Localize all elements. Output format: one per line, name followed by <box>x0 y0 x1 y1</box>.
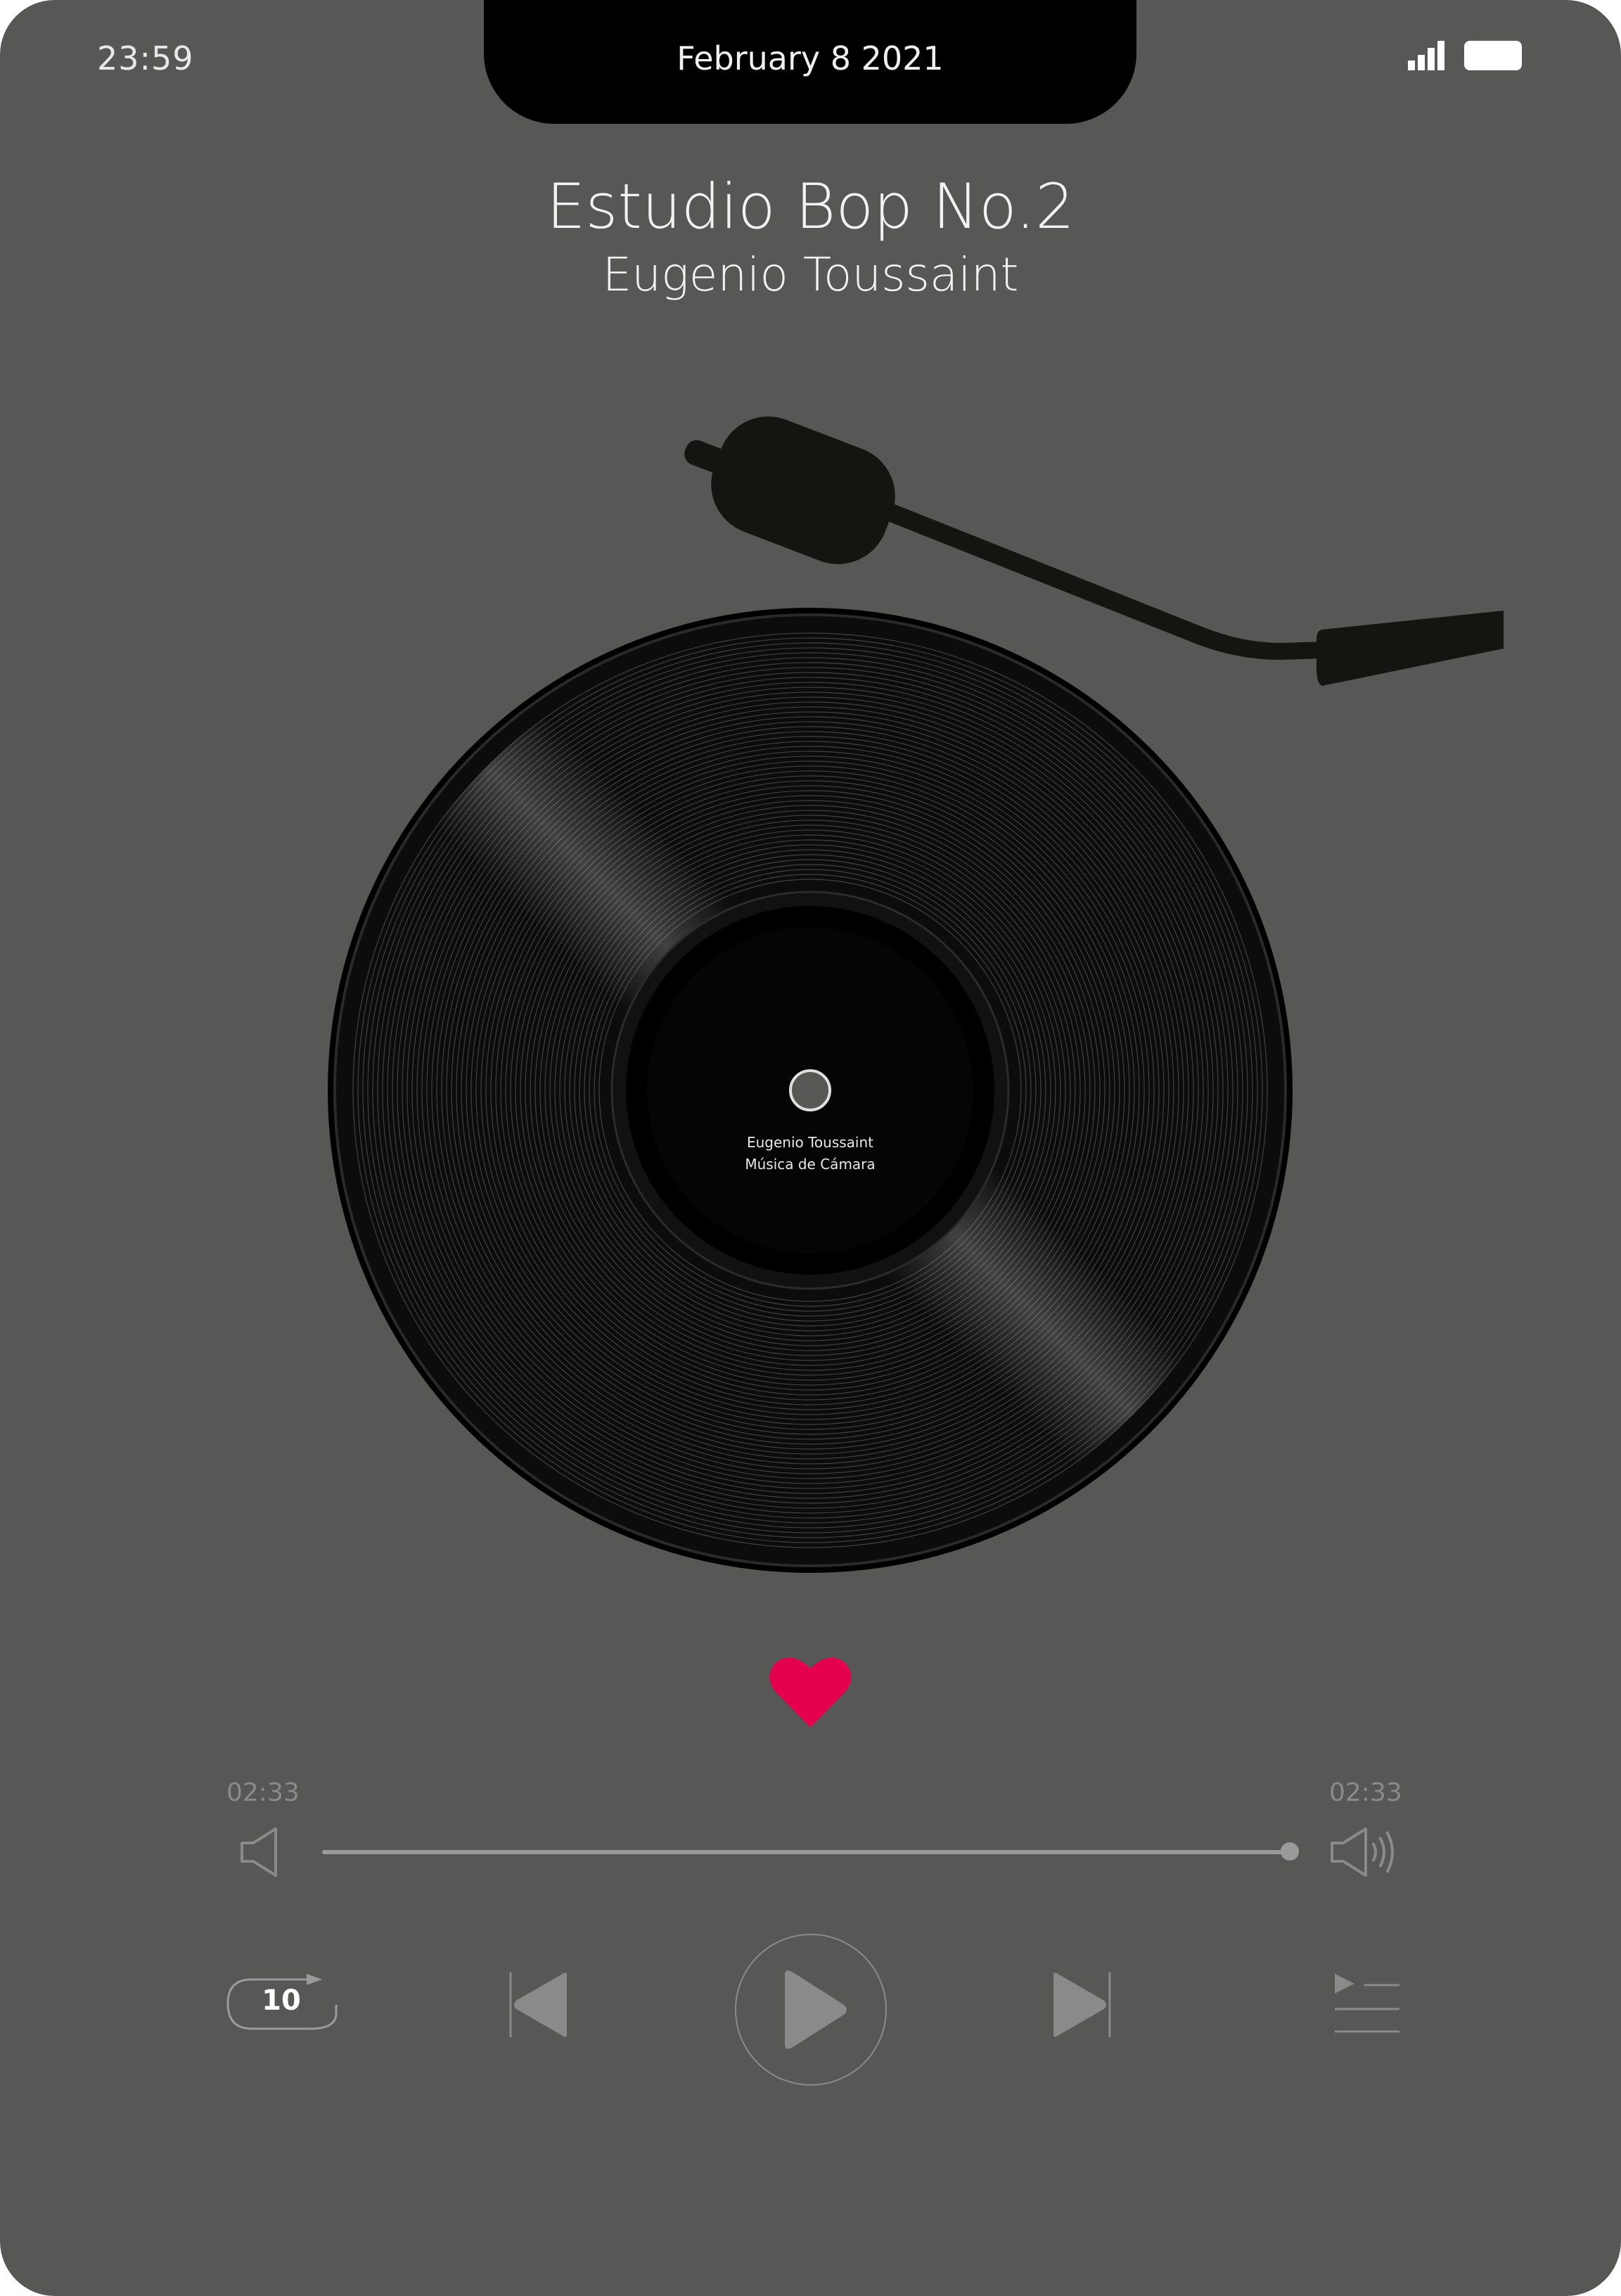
track-title: Estudio Bop No.2 <box>546 170 1075 243</box>
progress-knob[interactable] <box>1281 1842 1299 1861</box>
previous-track-icon[interactable] <box>508 1970 571 2040</box>
heart-icon[interactable] <box>769 1654 852 1730</box>
track-artist: Eugenio Toussaint <box>602 248 1019 302</box>
spindle-hole <box>789 1069 831 1111</box>
status-date: February 8 2021 <box>677 39 944 77</box>
progress-bar[interactable] <box>322 1842 1299 1861</box>
play-icon <box>785 1970 847 2049</box>
vinyl-record <box>328 608 1293 1573</box>
elapsed-time: 02:33 <box>226 1778 300 1807</box>
play-button[interactable] <box>733 1932 889 2088</box>
total-time: 02:33 <box>1329 1778 1402 1807</box>
battery-icon <box>1464 41 1522 70</box>
volume-low-icon[interactable] <box>239 1826 281 1878</box>
player-screen: Eugenio Toussaint Música de Cámara 23:59… <box>0 0 1621 2296</box>
record-label-artist: Eugenio Toussaint <box>746 1134 874 1151</box>
signal-icon <box>1408 41 1444 70</box>
status-time: 23:59 <box>97 39 194 77</box>
replay-seconds-label: 10 <box>262 1984 301 2017</box>
progress-fill <box>322 1850 1290 1854</box>
next-track-icon[interactable] <box>1049 1970 1113 2040</box>
volume-high-icon[interactable] <box>1329 1826 1399 1878</box>
queue-list-icon[interactable] <box>1333 1972 1401 2036</box>
record-label-album: Música de Cámara <box>745 1156 876 1173</box>
